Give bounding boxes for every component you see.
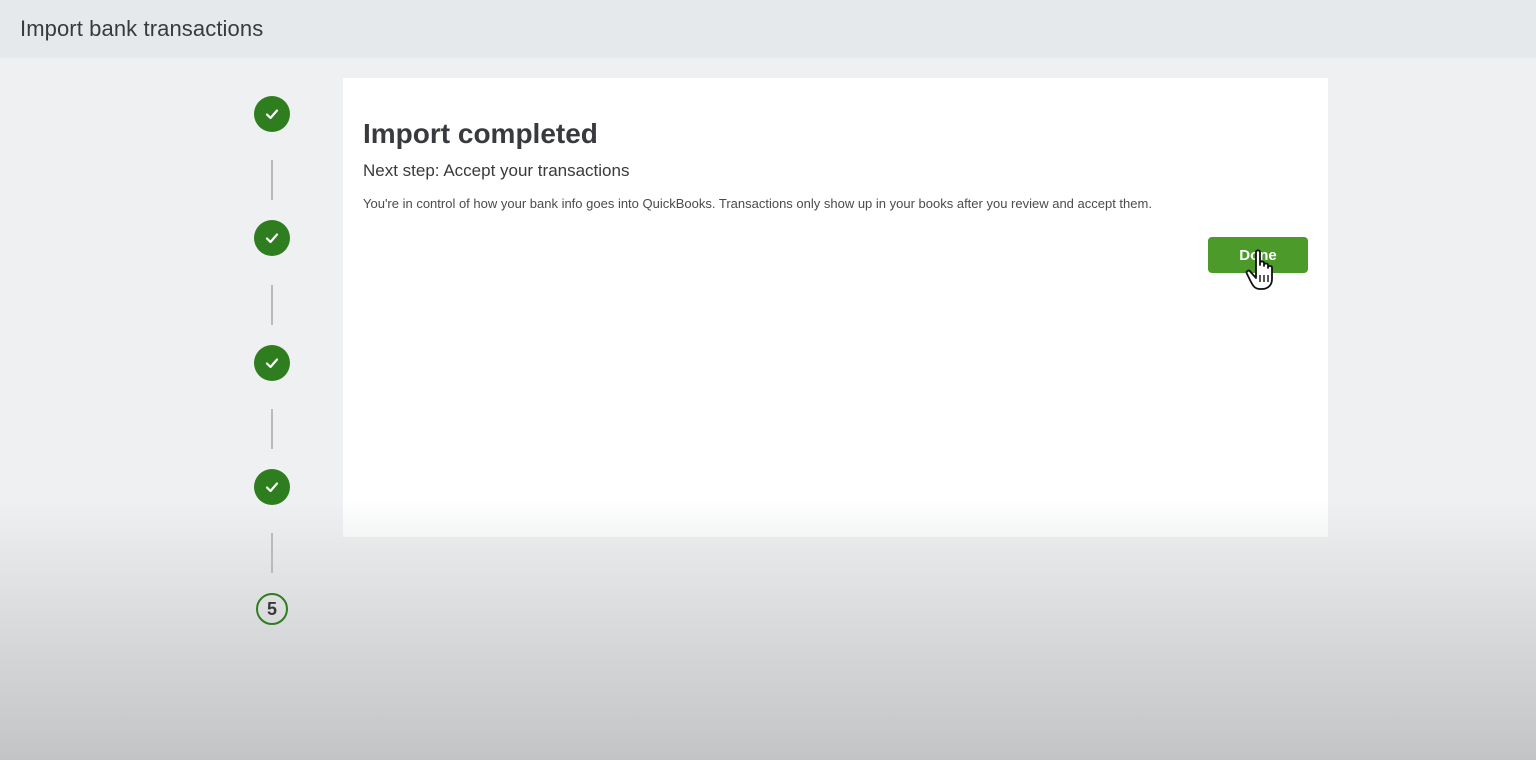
page-header: Import bank transactions (0, 0, 1536, 58)
step-5-current: 5 (256, 593, 288, 625)
done-button[interactable]: Done (1208, 237, 1308, 273)
import-result-card: Import completed Next step: Accept your … (343, 78, 1328, 537)
step-connector (271, 533, 273, 573)
step-connector (271, 409, 273, 449)
step-connector (271, 285, 273, 325)
page-title: Import bank transactions (20, 16, 264, 41)
step-4-complete (254, 469, 290, 505)
checkmark-icon (265, 109, 279, 120)
step-2-complete (254, 220, 290, 256)
step-3-complete (254, 345, 290, 381)
step-connector (271, 160, 273, 200)
import-completed-heading: Import completed (363, 118, 598, 149)
step-1-complete (254, 96, 290, 132)
checkmark-icon (265, 482, 279, 493)
progress-stepper: 5 (253, 96, 291, 636)
next-step-subheading: Next step: Accept your transactions (363, 161, 630, 180)
checkmark-icon (265, 358, 279, 369)
checkmark-icon (265, 233, 279, 244)
instructions-text: You're in control of how your bank info … (363, 196, 1152, 211)
